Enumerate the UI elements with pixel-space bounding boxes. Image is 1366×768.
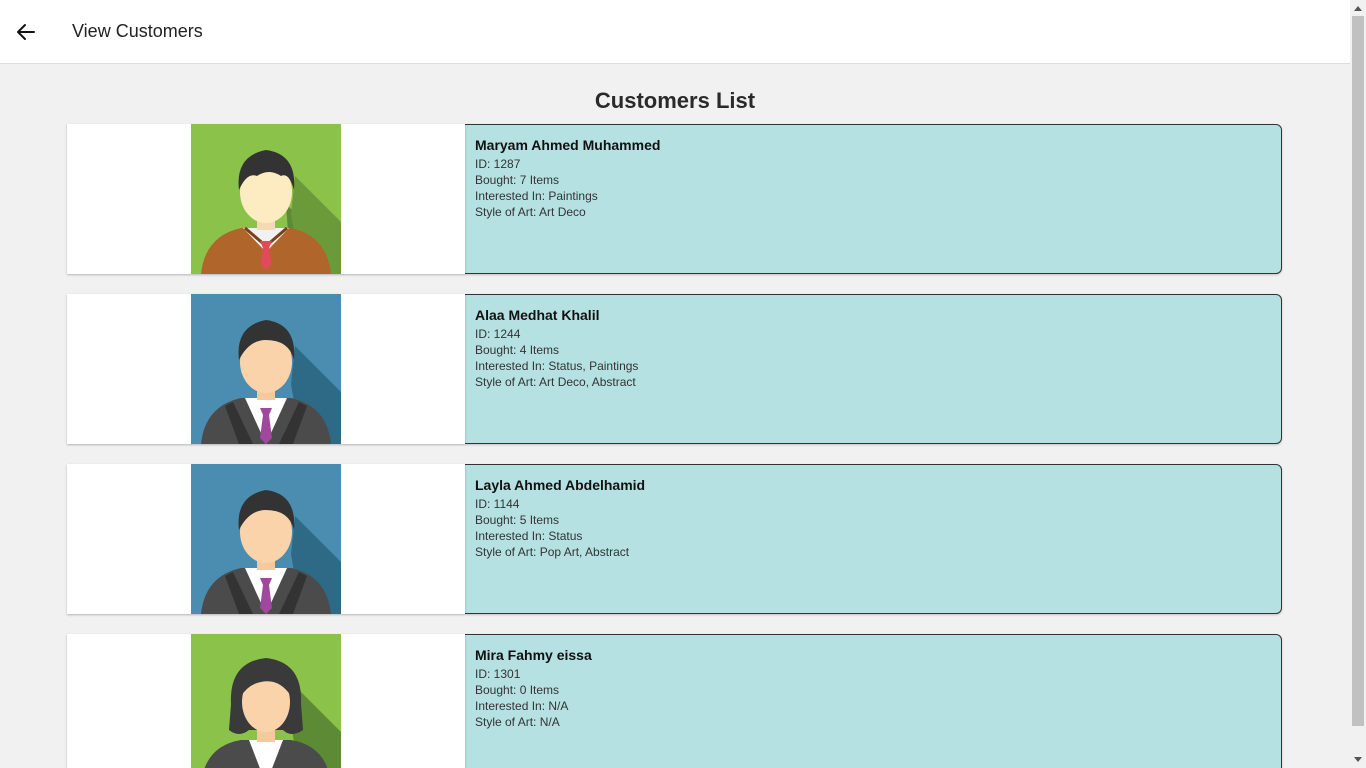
customer-style: Style of Art: Art Deco [475, 205, 586, 219]
customer-style: Style of Art: Pop Art, Abstract [475, 545, 630, 559]
customer-card[interactable]: Layla Ahmed Abdelhamid ID: 1144 Bought: … [67, 464, 1282, 614]
page-title: View Customers [72, 21, 203, 41]
customer-name: Mira Fahmy eissa [475, 647, 592, 663]
scroll-thumb[interactable] [1352, 16, 1364, 726]
scroll-up-icon[interactable] [1350, 0, 1366, 16]
customer-info-panel: Mira Fahmy eissa ID: 1301 Bought: 0 Item… [465, 634, 1282, 768]
customer-info-panel: Alaa Medhat Khalil ID: 1244 Bought: 4 It… [465, 294, 1282, 444]
customer-info-panel: Layla Ahmed Abdelhamid ID: 1144 Bought: … [465, 464, 1282, 614]
customer-name: Layla Ahmed Abdelhamid [475, 477, 646, 493]
customer-name: Alaa Medhat Khalil [475, 307, 600, 323]
arrow-left-icon [17, 23, 35, 40]
customer-style: Style of Art: Art Deco, Abstract [475, 375, 636, 389]
customer-name: Maryam Ahmed Muhammed [475, 137, 661, 153]
customer-avatar-panel [67, 634, 465, 768]
app-bar: View Customers [0, 0, 1350, 64]
customer-avatar-panel [67, 124, 465, 274]
female-avatar-icon [191, 634, 341, 768]
customer-card[interactable]: Alaa Medhat Khalil ID: 1244 Bought: 4 It… [67, 294, 1282, 444]
back-button[interactable] [0, 0, 52, 64]
vertical-scrollbar[interactable] [1350, 0, 1366, 768]
customer-interested: Interested In: Status [475, 529, 583, 543]
customer-avatar-panel [67, 464, 465, 614]
male-avatar-icon [191, 464, 341, 614]
customers-list-heading: Customers List [594, 88, 756, 113]
customer-bought: Bought: 4 Items [475, 343, 560, 357]
customer-bought: Bought: 7 Items [475, 173, 560, 187]
customer-id: ID: 1287 [475, 157, 521, 171]
customer-interested: Interested In: Status, Paintings [475, 359, 639, 373]
customer-interested: Interested In: Paintings [475, 189, 598, 203]
customer-id: ID: 1244 [475, 327, 521, 341]
customer-bought: Bought: 0 Items [475, 683, 560, 697]
customer-bought: Bought: 5 Items [475, 513, 560, 527]
customer-interested: Interested In: N/A [475, 699, 569, 713]
customer-id: ID: 1301 [475, 667, 521, 681]
customer-card[interactable]: Maryam Ahmed Muhammed ID: 1287 Bought: 7… [67, 124, 1282, 274]
customer-info-panel: Maryam Ahmed Muhammed ID: 1287 Bought: 7… [465, 124, 1282, 274]
customer-id: ID: 1144 [475, 497, 520, 511]
customer-card[interactable]: Mira Fahmy eissa ID: 1301 Bought: 0 Item… [67, 634, 1282, 768]
customer-style: Style of Art: N/A [475, 715, 560, 729]
main-content: Customers List Maryam Ahmed Muhammed ID:… [0, 64, 1350, 768]
scroll-down-icon[interactable] [1350, 752, 1366, 768]
customer-avatar-panel [67, 294, 465, 444]
male-avatar-icon [191, 294, 341, 444]
male-avatar-icon [191, 124, 341, 274]
